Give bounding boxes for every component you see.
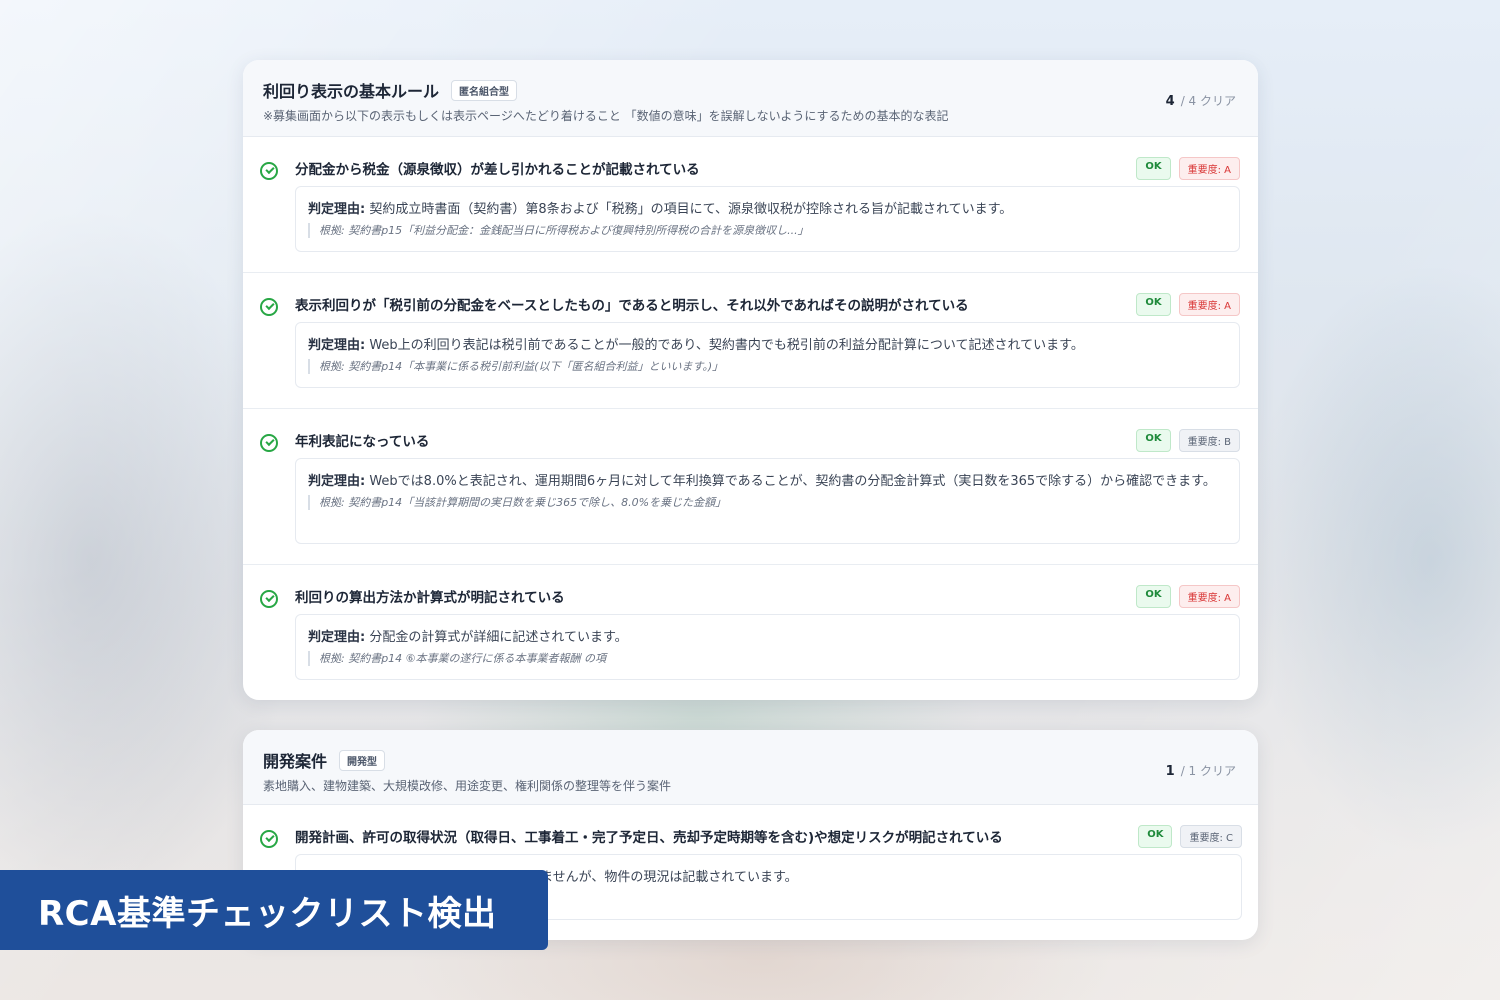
status-badge: OK <box>1136 293 1171 316</box>
reason-box: 判定理由: 分配金の計算式が詳細に記述されています。 根拠: 契約書p14 ⑥本… <box>295 614 1240 680</box>
reason-box: 判定理由: Webでは8.0%と表記され、運用期間6ヶ月に対して年利換算であるこ… <box>295 458 1240 544</box>
status-badge: OK <box>1136 429 1171 452</box>
checklist-section-yield-rules: 利回り表示の基本ルール 匿名組合型 ※募集画面から以下の表示もしくは表示ページへ… <box>243 60 1258 700</box>
type-badge: 匿名組合型 <box>451 79 518 101</box>
check-item-title: 年利表記になっている <box>295 434 430 450</box>
reason-text: Web上の利回り表記は税引前であることが一般的であり、契約書内でも税引前の利益分… <box>365 338 1084 353</box>
reason-label: 判定理由: <box>308 202 366 217</box>
banner-title: RCA基準チェックリスト検出 <box>38 893 497 934</box>
check-item-title: 開発計画、許可の取得状況（取得日、工事着工・完了予定日、売却予定時期等を含む)や… <box>295 830 1003 846</box>
clear-count-number: 4 <box>1165 94 1175 109</box>
check-item[interactable]: 分配金から税金（源泉徴収）が差し引かれることが記載されている OK 重要度: A… <box>243 137 1258 273</box>
status-badge: OK <box>1136 157 1171 180</box>
section-description: ※募集画面から以下の表示もしくは表示ページへたどり着けること 「数値の意味」を誤… <box>263 109 949 123</box>
severity-badge: 重要度: A <box>1178 293 1240 316</box>
check-item[interactable]: 年利表記になっている OK 重要度: B 判定理由: Webでは8.0%と表記さ… <box>243 409 1258 565</box>
reason-text: 契約成立時書面（契約書）第8条および「税務」の項目にて、源泉徴収税が控除される旨… <box>365 202 1013 217</box>
brand-banner: RCA基準チェックリスト検出 <box>0 870 548 950</box>
check-circle-icon <box>260 162 278 180</box>
section-title: 利回り表示の基本ルール <box>263 82 440 101</box>
evidence-quote: 根拠: 契約書p14「当該計算期間の実日数を乗じ365で除し、8.0%を乗じた金… <box>308 495 1227 510</box>
section-description: 素地購入、建物建築、大規模改修、用途変更、権利関係の整理等を伴う案件 <box>263 779 672 793</box>
severity-badge: 重要度: C <box>1180 825 1242 848</box>
clear-count: 1 / 1 クリア <box>1166 762 1236 779</box>
section-title: 開発案件 <box>263 752 328 771</box>
reason-box: 判定理由: 契約成立時書面（契約書）第8条および「税務」の項目にて、源泉徴収税が… <box>295 186 1240 252</box>
section-header: 利回り表示の基本ルール 匿名組合型 ※募集画面から以下の表示もしくは表示ページへ… <box>243 60 1258 137</box>
reason-text: Webでは8.0%と表記され、運用期間6ヶ月に対して年利換算であることが、契約書… <box>365 474 1216 489</box>
reason-box: 判定理由: Web上の利回り表記は税引前であることが一般的であり、契約書内でも税… <box>295 322 1240 388</box>
evidence-quote: 根拠: 契約書p15「利益分配金：金銭配当日に所得税および復興特別所得税の合計を… <box>308 223 1227 238</box>
check-item-title: 利回りの算出方法か計算式が明記されている <box>295 590 565 606</box>
evidence-quote: 根拠: 契約書p14「本事業に係る税引前利益(以下「匿名組合利益」といいます。)… <box>308 359 1227 374</box>
clear-count-total: / 1 クリア <box>1180 764 1236 778</box>
check-item[interactable]: 利回りの算出方法か計算式が明記されている OK 重要度: A 判定理由: 分配金… <box>243 565 1258 700</box>
severity-badge: 重要度: B <box>1178 429 1240 452</box>
evidence-quote: 根拠: 契約書p14 ⑥本事業の遂行に係る本事業者報酬 の項 <box>308 651 1227 666</box>
status-badge: OK <box>1136 585 1171 608</box>
check-item[interactable]: 表示利回りが「税引前の分配金をベースとしたもの」であると明示し、それ以外であれば… <box>243 273 1258 409</box>
check-circle-icon <box>260 590 278 608</box>
reason-text: 分配金の計算式が詳細に記述されています。 <box>365 630 628 645</box>
clear-count: 4 / 4 クリア <box>1166 92 1236 109</box>
reason-label: 判定理由: <box>308 338 366 353</box>
check-item-title: 分配金から税金（源泉徴収）が差し引かれることが記載されている <box>295 162 700 178</box>
type-badge: 開発型 <box>339 749 386 771</box>
check-circle-icon <box>260 434 278 452</box>
status-badge: OK <box>1138 825 1173 848</box>
severity-badge: 重要度: A <box>1178 585 1240 608</box>
reason-label: 判定理由: <box>308 630 366 645</box>
check-circle-icon <box>260 298 278 316</box>
section-header: 開発案件 開発型 素地購入、建物建築、大規模改修、用途変更、権利関係の整理等を伴… <box>243 730 1258 805</box>
reason-text: ませんが、物件の現況は記載されています。 <box>540 870 798 885</box>
reason-label: 判定理由: <box>308 474 366 489</box>
clear-count-total: / 4 クリア <box>1180 94 1236 108</box>
check-circle-icon <box>260 830 278 848</box>
clear-count-number: 1 <box>1165 764 1175 779</box>
severity-badge: 重要度: A <box>1178 157 1240 180</box>
check-item-title: 表示利回りが「税引前の分配金をベースとしたもの」であると明示し、それ以外であれば… <box>295 298 969 314</box>
